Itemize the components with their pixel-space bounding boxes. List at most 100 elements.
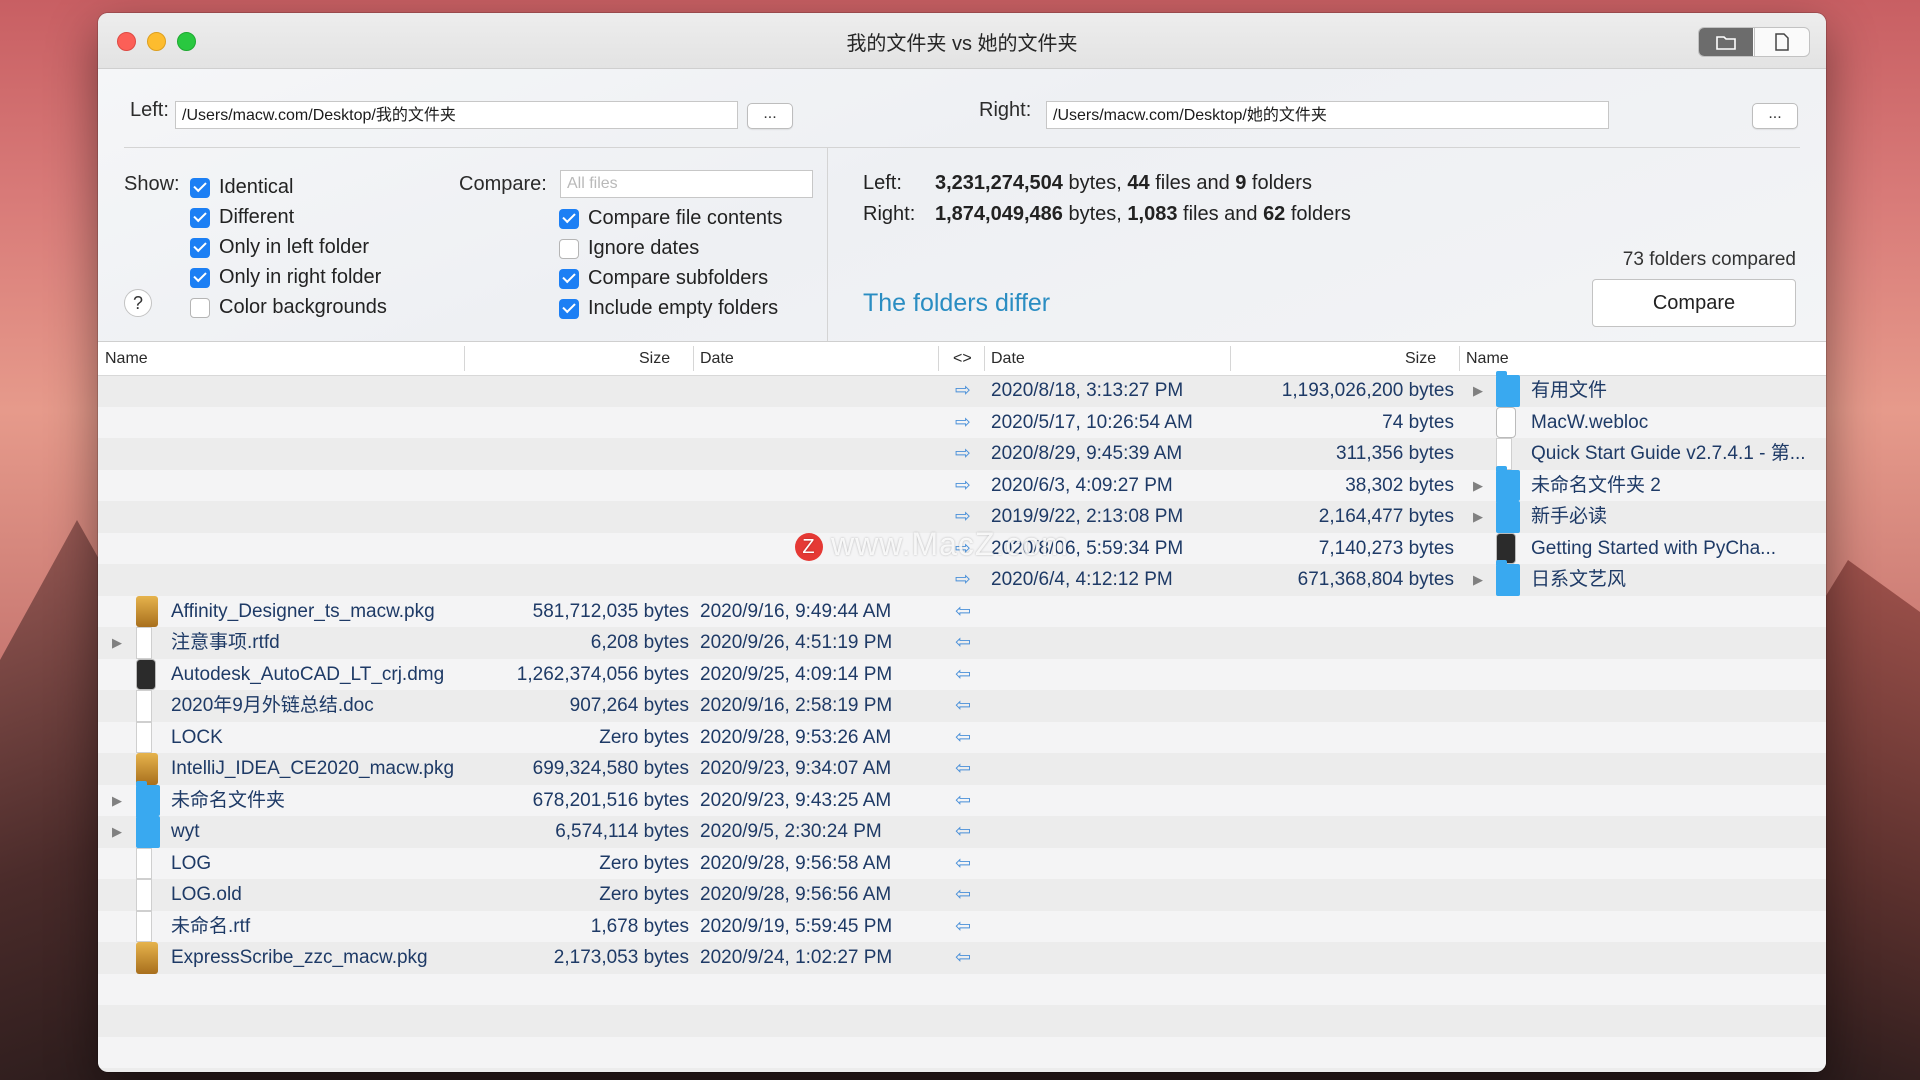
- disclosure-triangle-icon[interactable]: ▶: [1473, 501, 1483, 533]
- copy-right-arrow-icon[interactable]: ⇦: [950, 659, 976, 691]
- copy-right-arrow-icon[interactable]: ⇦: [950, 722, 976, 754]
- table-row[interactable]: ⇨ 2020/6/4, 4:12:12 PM 671,368,804 bytes ▶ 日…: [98, 560, 1826, 596]
- table-row[interactable]: ⇨ 2020/8/29, 9:45:39 AM 311,356 bytes Quick…: [98, 438, 1826, 470]
- left-date: 2020/9/23, 9:43:25 AM: [700, 789, 892, 811]
- document-icon: [136, 721, 152, 753]
- right-browse-button[interactable]: ...: [1752, 103, 1798, 129]
- checkbox-unchecked-icon[interactable]: [190, 297, 210, 318]
- files-word: files and: [1149, 172, 1236, 194]
- checkbox-include-empty-folders[interactable]: Include empty folders: [559, 297, 778, 320]
- checkbox-checked-icon[interactable]: [190, 207, 210, 228]
- column-separator: [464, 346, 465, 371]
- table-row[interactable]: ⇨ 2020/6/3, 4:09:27 PM 38,302 bytes ▶ 未命名文件夹…: [98, 465, 1826, 502]
- table-row[interactable]: ⇦ ▶ 未命名文件夹 678,201,516 bytes 2020/9/23, 9:43…: [98, 780, 1826, 817]
- table-row[interactable]: ⇦ 2020年9月外链总结.doc 907,264 bytes 2020/9/16, …: [98, 690, 1826, 722]
- table-row[interactable]: ⇦ ExpressScribe_zzc_macw.pkg 2,173,053 byt…: [98, 942, 1826, 974]
- right-date: 2020/6/4, 4:12:12 PM: [991, 569, 1173, 590]
- copy-left-arrow-icon[interactable]: ⇨: [950, 501, 976, 533]
- compare-button[interactable]: Compare: [1592, 279, 1796, 327]
- column-separator: [693, 346, 694, 371]
- folder-icon: [1496, 497, 1520, 533]
- copy-right-arrow-icon[interactable]: ⇦: [950, 785, 976, 817]
- col-size-left[interactable]: Size: [639, 342, 670, 375]
- copy-right-arrow-icon[interactable]: ⇦: [950, 911, 976, 943]
- copy-left-arrow-icon[interactable]: ⇨: [950, 564, 976, 596]
- empty-row: [98, 1005, 1826, 1037]
- table-row[interactable]: ⇦ Autodesk_AutoCAD_LT_crj.dmg 1,262,374,05…: [98, 658, 1826, 691]
- col-date-left[interactable]: Date: [700, 342, 734, 375]
- col-date-right[interactable]: Date: [991, 342, 1025, 375]
- checkbox-checked-icon[interactable]: [559, 298, 579, 319]
- window-title: 我的文件夹 vs 她的文件夹: [846, 33, 1078, 55]
- table-row[interactable]: ⇨ 2019/9/22, 2:13:08 PM 2,164,477 bytes ▶ 新手…: [98, 497, 1826, 533]
- left-browse-button[interactable]: ...: [747, 103, 793, 129]
- table-row[interactable]: ⇦ IntelliJ_IDEA_CE2020_macw.pkg 699,324,58…: [98, 753, 1826, 785]
- disclosure-triangle-icon[interactable]: ▶: [1473, 564, 1483, 596]
- left-date: 2020/9/28, 9:56:56 AM: [700, 884, 892, 905]
- col-direction[interactable]: <>: [953, 342, 972, 375]
- table-row[interactable]: ⇦ ▶ 注意事项.rtfd 6,208 bytes 2020/9/26, 4:51:19…: [98, 627, 1826, 659]
- checkbox-checked-icon[interactable]: [190, 237, 210, 258]
- file-filter-input[interactable]: All files: [560, 170, 813, 198]
- bytes-word: bytes,: [1062, 203, 1128, 225]
- checkbox-different[interactable]: Different: [190, 206, 294, 229]
- copy-right-arrow-icon[interactable]: ⇦: [950, 690, 976, 722]
- right-date: 2020/8/18, 3:13:27 PM: [991, 380, 1184, 401]
- left-path-field[interactable]: /Users/macw.com/Desktop/我的文件夹: [175, 101, 738, 129]
- file-view-button[interactable]: [1754, 28, 1809, 56]
- left-name: LOCK: [171, 726, 223, 748]
- copy-left-arrow-icon[interactable]: ⇨: [950, 533, 976, 565]
- checkbox-only-in-right-folder[interactable]: Only in right folder: [190, 266, 381, 289]
- right-date: 2020/6/3, 4:09:27 PM: [991, 474, 1173, 496]
- copy-right-arrow-icon[interactable]: ⇦: [950, 848, 976, 880]
- checkbox-ignore-dates[interactable]: Ignore dates: [559, 237, 699, 260]
- disclosure-triangle-icon[interactable]: ▶: [112, 816, 122, 848]
- bytes-word: bytes,: [1062, 172, 1128, 194]
- copy-right-arrow-icon[interactable]: ⇦: [950, 816, 976, 848]
- view-mode-segmented-control: [1698, 27, 1810, 57]
- col-name-left[interactable]: Name: [105, 342, 148, 375]
- copy-right-arrow-icon[interactable]: ⇦: [950, 627, 976, 659]
- copy-right-arrow-icon[interactable]: ⇦: [950, 879, 976, 911]
- table-row[interactable]: ⇦ LOG Zero bytes 2020/9/28, 9:56:58 AM: [98, 847, 1826, 880]
- checkbox-identical[interactable]: Identical: [190, 176, 294, 199]
- table-row[interactable]: ⇦ LOCK Zero bytes 2020/9/28, 9:53:26 AM: [98, 721, 1826, 754]
- table-row[interactable]: ⇨ 2020/5/17, 10:26:54 AM 74 bytes MacW.webl…: [98, 406, 1826, 439]
- checkbox-checked-icon[interactable]: [190, 267, 210, 288]
- disclosure-triangle-icon[interactable]: ▶: [112, 627, 122, 659]
- help-button[interactable]: ?: [124, 289, 152, 317]
- table-row[interactable]: ⇦ Affinity_Designer_ts_macw.pkg 581,712,03…: [98, 595, 1826, 628]
- column-separator: [938, 346, 939, 371]
- checkbox-unchecked-icon[interactable]: [559, 238, 579, 259]
- copy-right-arrow-icon[interactable]: ⇦: [950, 942, 976, 974]
- folder-view-button[interactable]: [1699, 28, 1753, 56]
- title-bar: 我的文件夹 vs 她的文件夹: [98, 13, 1826, 69]
- table-row[interactable]: ⇦ LOG.old Zero bytes 2020/9/28, 9:56:56 AM: [98, 879, 1826, 911]
- right-size: 7,140,273 bytes: [1318, 537, 1454, 559]
- disclosure-triangle-icon[interactable]: ▶: [1473, 470, 1483, 502]
- checkbox-checked-icon[interactable]: [190, 177, 210, 198]
- table-row[interactable]: ⇨ 2020/8/06, 5:59:34 PM 7,140,273 bytes Get…: [98, 532, 1826, 565]
- table-row[interactable]: ⇨ 2020/8/18, 3:13:27 PM 1,193,026,200 byte…: [98, 371, 1826, 407]
- checkbox-checked-icon[interactable]: [559, 208, 579, 229]
- left-date: 2020/9/23, 9:34:07 AM: [700, 758, 892, 779]
- left-name: IntelliJ_IDEA_CE2020_macw.pkg: [171, 758, 455, 779]
- checkbox-only-in-left-folder[interactable]: Only in left folder: [190, 236, 369, 259]
- col-size-right[interactable]: Size: [1405, 342, 1436, 375]
- table-row[interactable]: ⇦ ▶ wyt 6,574,114 bytes 2020/9/5, 2:30:24 PM: [98, 812, 1826, 848]
- disk-image-icon: [136, 658, 156, 690]
- copy-left-arrow-icon[interactable]: ⇨: [950, 438, 976, 470]
- copy-right-arrow-icon[interactable]: ⇦: [950, 596, 976, 628]
- copy-left-arrow-icon[interactable]: ⇨: [950, 375, 976, 407]
- checkbox-checked-icon[interactable]: [559, 268, 579, 289]
- copy-left-arrow-icon[interactable]: ⇨: [950, 470, 976, 502]
- checkbox-color-backgrounds[interactable]: Color backgrounds: [190, 296, 387, 319]
- right-path-field[interactable]: /Users/macw.com/Desktop/她的文件夹: [1046, 101, 1609, 129]
- checkbox-compare-file-contents[interactable]: Compare file contents: [559, 207, 783, 230]
- disclosure-triangle-icon[interactable]: ▶: [1473, 375, 1483, 407]
- copy-left-arrow-icon[interactable]: ⇨: [950, 407, 976, 439]
- copy-right-arrow-icon[interactable]: ⇦: [950, 753, 976, 785]
- checkbox-compare-subfolders[interactable]: Compare subfolders: [559, 267, 768, 290]
- table-row[interactable]: ⇦ 未命名.rtf 1,678 bytes 2020/9/19, 5:59:45 PM: [98, 910, 1826, 943]
- disclosure-triangle-icon[interactable]: ▶: [112, 785, 122, 817]
